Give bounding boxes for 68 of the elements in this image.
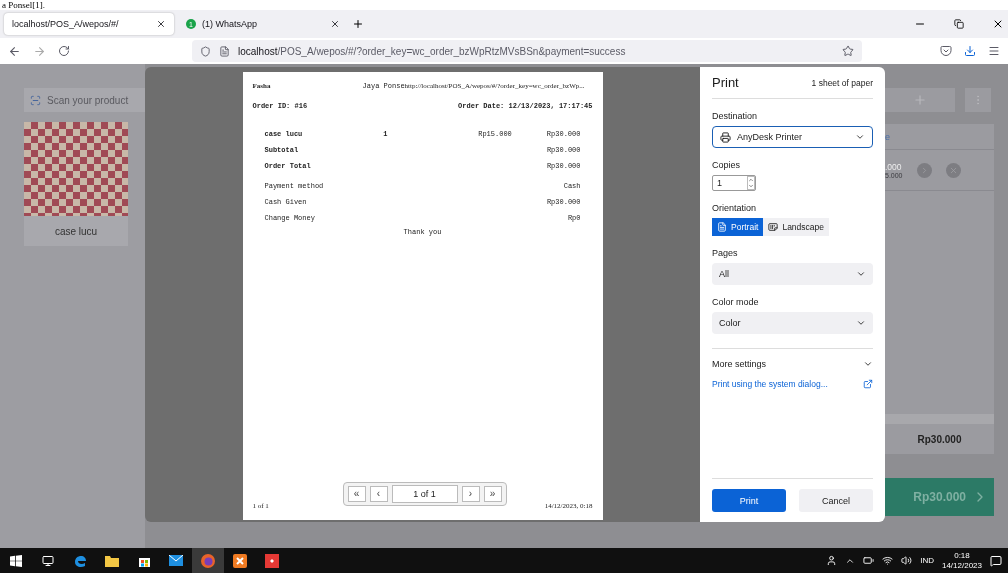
new-tab-icon[interactable] [352,18,364,30]
field-label: Destination [712,111,759,121]
tab-title: localhost/POS_A/wepos/#/ [12,19,120,29]
chevron-down-icon [856,318,866,328]
chevron-down-icon[interactable] [863,359,873,369]
chevron-down-icon [856,269,866,279]
orientation-option[interactable]: Landscape [763,218,829,236]
menu-icon[interactable] [988,45,1000,57]
restore-icon[interactable] [954,19,964,29]
close-icon[interactable] [156,19,166,29]
print-button[interactable]: Print [712,489,786,512]
address-bar[interactable]: localhost/POS_A/wepos/#/?order_key=wc_order_bzWpRtzMVsBSn&payment=success [192,40,862,62]
more-settings-toggle[interactable]: More settings [712,359,767,369]
destination-select[interactable]: AnyDesk Printer [712,126,873,148]
people-icon[interactable] [826,555,838,566]
item-price: .000 [885,161,903,172]
page-icon [768,222,779,232]
external-link-icon[interactable] [863,379,873,389]
notifications-icon[interactable] [990,554,1002,567]
cross-app-icon[interactable] [233,553,247,568]
cancel-button[interactable]: Cancel [799,489,873,512]
next-page-button[interactable]: › [461,486,480,502]
cart-header-text: e [885,131,890,142]
pages-select[interactable]: All [712,263,873,285]
tab-title: (1) WhatsApp [202,19,259,29]
cart-total: Rp30.000 [885,424,994,454]
orientation-option[interactable]: Portrait [712,218,764,236]
reload-icon[interactable] [58,45,70,57]
field-label: Pages [712,248,739,258]
last-page-button[interactable]: » [483,486,502,502]
scan-icon [30,94,41,106]
language-indicator[interactable]: IND [920,556,934,565]
color-mode-select[interactable]: Color [712,312,873,334]
envelope-icon[interactable] [169,555,183,566]
close-icon[interactable] [330,19,340,29]
page-icon [219,45,230,57]
field-label: Color mode [712,297,760,307]
field-label: Copies [712,160,741,170]
diamond-app-icon[interactable] [265,553,279,568]
product-card[interactable]: case lucu [24,122,128,246]
browser-tab[interactable]: localhost/POS_A/wepos/#/ [4,13,174,35]
url-text: localhost/POS_A/wepos/#/?order_key=wc_order_bzWpRtzMVsBSn&payment=success [238,45,627,57]
download-icon[interactable] [964,45,976,57]
volume-icon[interactable] [901,555,913,566]
printer-icon [720,131,731,143]
bookmark-star-icon[interactable] [842,45,854,57]
field-label: Orientation [712,203,758,213]
back-icon[interactable] [8,44,21,58]
chevron-down-icon [855,132,865,142]
battery-icon[interactable] [863,555,875,566]
shield-icon [200,45,211,57]
clock[interactable]: 0:18 14/12/2023 [941,551,982,570]
pocket-icon[interactable] [940,45,952,57]
close-icon[interactable] [992,18,1004,30]
dialog-title: Print [712,75,739,90]
system-dialog-link[interactable]: Print using the system dialog... [712,379,828,389]
document-text: a Ponsel[1]. [2,0,45,10]
page-icon [717,222,727,232]
product-name: case lucu [53,224,99,239]
close-icon [948,165,958,175]
windows-logo-icon[interactable] [10,554,22,567]
folder-icon[interactable] [105,554,119,567]
sheet-count: 1 sheet of paper [811,77,873,88]
browser-e-icon[interactable] [73,553,87,568]
first-page-button[interactable]: « [347,486,366,502]
page-number: 1 of 1 [391,485,458,503]
wifi-icon[interactable] [882,555,894,566]
previous-page-button[interactable]: ‹ [369,486,388,502]
